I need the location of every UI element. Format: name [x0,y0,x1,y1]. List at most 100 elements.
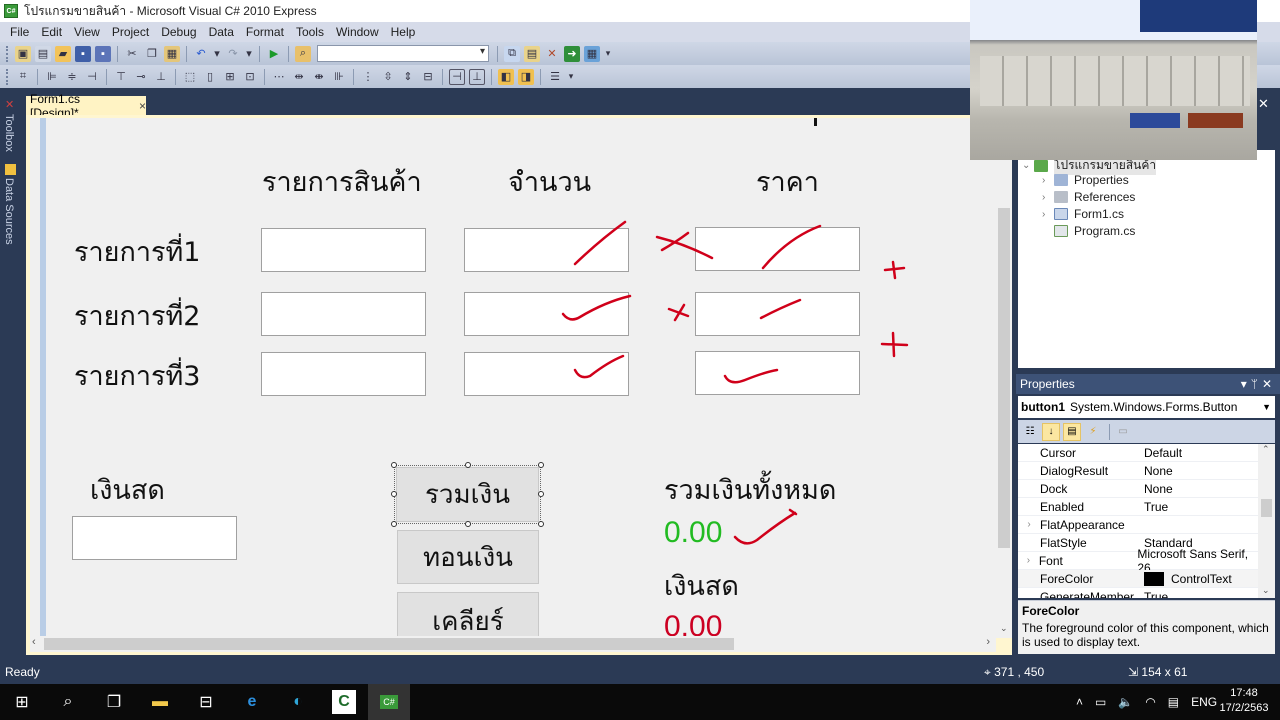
scroll-thumb[interactable] [998,208,1010,548]
sum-button[interactable]: รวมเงิน [396,467,539,522]
resize-handle[interactable] [465,521,471,527]
redo-dropdown-icon[interactable]: ▾ [245,46,253,62]
scroll-thumb[interactable] [1261,499,1272,517]
decrease-vertical-spacing-icon[interactable]: ⇕ [400,69,416,85]
tree-item-references[interactable]: › References [1042,190,1135,204]
close-tab-icon[interactable]: × [139,99,146,113]
increase-horizontal-spacing-icon[interactable]: ⇹ [291,69,307,85]
collapse-icon[interactable]: ⌄ [1022,160,1034,171]
send-to-back-icon[interactable]: ◨ [518,68,534,85]
object-selector[interactable]: button1 System.Windows.Forms.Button ▼ [1018,396,1275,418]
align-centers-icon[interactable]: ≑ [64,69,80,85]
make-same-size-icon[interactable]: ⊡ [242,69,258,85]
resize-handle[interactable] [391,491,397,497]
resize-handle[interactable] [538,462,544,468]
price-input-1[interactable] [695,227,860,271]
edge-icon[interactable]: ◐ [286,690,310,714]
search-icon[interactable]: ⌕ [56,690,80,714]
menu-data[interactable]: Data [203,25,240,39]
side-tab-data-sources[interactable]: Data Sources [3,178,15,245]
expand-icon[interactable]: › [1018,555,1039,566]
scroll-thumb[interactable] [44,638,734,650]
make-vertical-spacing-equal-icon[interactable]: ⋮ [360,69,376,85]
toolbar-grip[interactable] [6,68,9,85]
close-panel-icon[interactable]: ✕ [1258,96,1276,112]
property-row[interactable]: Cursor Default [1018,444,1258,462]
decrease-horizontal-spacing-icon[interactable]: ⇼ [311,69,327,85]
center-vertically-icon[interactable]: ⊥ [469,68,485,85]
categorized-icon[interactable]: ☷ [1021,423,1039,441]
undo-icon[interactable]: ↶ [193,46,209,62]
cash-input[interactable] [72,516,237,560]
price-input-2[interactable] [695,292,860,336]
remove-vertical-spacing-icon[interactable]: ⊟ [420,69,436,85]
events-icon[interactable]: ⚡ [1084,423,1102,441]
property-row[interactable]: DialogResult None [1018,462,1258,480]
make-horizontal-spacing-equal-icon[interactable]: ⋯ [271,69,287,85]
menu-debug[interactable]: Debug [155,25,202,39]
product-input-3[interactable] [261,352,426,396]
tree-item-form1[interactable]: › Form1.cs [1042,207,1124,221]
menu-edit[interactable]: Edit [35,25,68,39]
undo-dropdown-icon[interactable]: ▾ [213,46,221,62]
property-row[interactable]: Dock None [1018,480,1258,498]
align-to-grid-icon[interactable]: ⌗ [15,69,31,85]
property-row[interactable]: › Font Microsoft Sans Serif, 26 [1018,547,1258,575]
align-rights-icon[interactable]: ⊣ [84,69,100,85]
solution-explorer-icon[interactable]: ⧉ [504,45,520,62]
remove-horizontal-spacing-icon[interactable]: ⊪ [331,69,347,85]
bring-to-front-icon[interactable]: ◧ [498,68,514,85]
expand-icon[interactable]: › [1018,519,1040,530]
notification-icon[interactable]: ▤ [1168,695,1179,709]
property-row-selected[interactable]: ForeColor ControlText [1018,570,1258,588]
menu-help[interactable]: Help [385,25,422,39]
form-canvas[interactable]: รายการสินค้า จำนวน ราคา รายการที่1 รายกา… [30,118,996,638]
toolbox-icon[interactable]: ✕ [544,46,560,62]
tree-item-properties[interactable]: › Properties [1042,173,1129,187]
resize-handle[interactable] [465,462,471,468]
class-view-icon[interactable]: ▦ [584,45,600,62]
find-combo[interactable] [317,45,489,62]
size-to-grid-icon[interactable]: ⊞ [222,69,238,85]
start-debugging-icon[interactable]: ▶ [266,46,282,62]
expand-icon[interactable]: › [1042,175,1054,186]
scroll-left-icon[interactable]: ‹ [32,636,36,648]
designer-horizontal-scrollbar[interactable]: ‹ › [30,636,996,652]
make-same-width-icon[interactable]: ⬚ [182,69,198,85]
volume-icon[interactable]: 🔈 [1118,695,1133,709]
align-bottoms-icon[interactable]: ⊥ [153,69,169,85]
windows-start-icon[interactable]: ⊞ [10,690,34,714]
menu-file[interactable]: File [4,25,35,39]
chevron-down-icon[interactable]: ▼ [1262,402,1271,412]
increase-vertical-spacing-icon[interactable]: ⇳ [380,69,396,85]
properties-view-icon[interactable]: ▤ [1063,422,1081,441]
toolbar-overflow-icon[interactable]: ▾ [604,46,612,62]
change-button[interactable]: ทอนเงิน [397,530,539,584]
side-tab-toolbox[interactable]: Toolbox [3,114,15,152]
menu-window[interactable]: Window [330,25,385,39]
designer-vertical-scrollbar[interactable]: ⌄ [996,118,1012,638]
product-input-1[interactable] [261,228,426,272]
product-input-2[interactable] [261,292,426,336]
property-grid-scrollbar[interactable]: ⌃ ⌄ [1258,444,1275,598]
align-tops-icon[interactable]: ⊤ [113,69,129,85]
toolbar-grip[interactable] [6,45,9,62]
task-view-icon[interactable]: ❐ [102,690,126,714]
file-explorer-icon[interactable]: ▬ [148,690,172,714]
tab-form1-design[interactable]: Form1.cs [Design]* × [26,92,146,120]
quantity-input-1[interactable] [464,228,629,272]
resize-handle[interactable] [391,462,397,468]
pin-icon[interactable]: ᛘ [1251,377,1262,391]
clear-button[interactable]: เคลียร์ [397,592,539,638]
scroll-down-icon[interactable]: ⌄ [1000,623,1008,634]
align-lefts-icon[interactable]: ⊫ [44,69,60,85]
menu-tools[interactable]: Tools [290,25,330,39]
clock[interactable]: 17:48 17/2/2563 [1212,686,1276,716]
resize-handle[interactable] [538,491,544,497]
quantity-input-2[interactable] [464,292,629,336]
resize-handle[interactable] [391,521,397,527]
wifi-icon[interactable]: ◠ [1145,695,1155,709]
save-all-icon[interactable]: ▪ [95,45,111,62]
make-same-height-icon[interactable]: ▯ [202,69,218,85]
open-icon[interactable]: ▰ [55,45,71,62]
